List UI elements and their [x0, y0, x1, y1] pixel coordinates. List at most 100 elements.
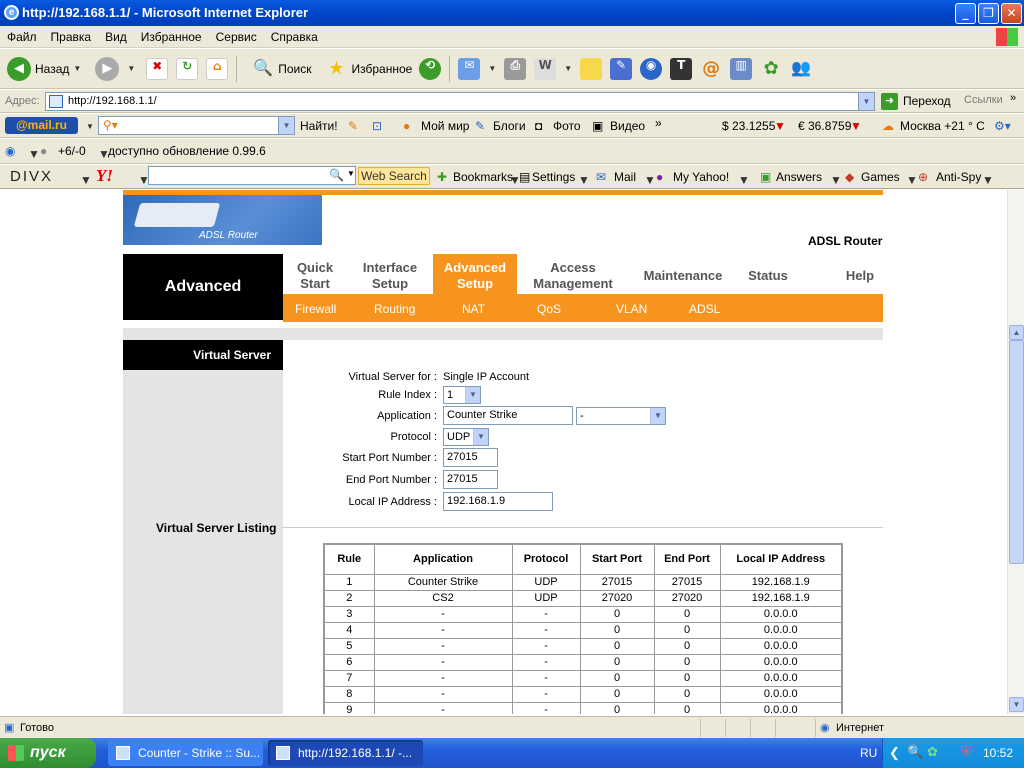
edit-dropdown-icon[interactable]: ▼ — [564, 64, 572, 73]
menu-favorites[interactable]: Избранное — [134, 26, 209, 48]
tab-status[interactable]: Status — [742, 254, 794, 294]
answers-dropdown-icon[interactable]: ▼ — [830, 173, 842, 187]
my-yahoo-button[interactable]: My Yahoo! — [673, 170, 729, 184]
address-dropdown-icon[interactable]: ▼ — [858, 93, 874, 110]
subtab-vlan[interactable]: VLAN — [616, 302, 647, 316]
refresh-icon[interactable]: ↻ — [176, 57, 199, 80]
tab-help[interactable]: Help — [838, 254, 882, 294]
tab-advanced-setup[interactable]: Advanced Setup — [433, 254, 517, 294]
taskbar-item-router[interactable]: http://192.168.1.1/ -... — [268, 740, 423, 766]
blogs-link[interactable]: Блоги — [493, 119, 526, 133]
yahoo-logo[interactable]: Y! — [96, 166, 113, 186]
find-button[interactable]: Найти! — [300, 119, 338, 133]
mail-button[interactable]: Mail — [614, 170, 636, 184]
note-icon[interactable] — [580, 57, 603, 80]
subtab-adsl[interactable]: ADSL — [689, 302, 720, 316]
menu-file[interactable]: Файл — [0, 26, 44, 48]
mailru-dropdown-icon[interactable]: ▼ — [86, 122, 94, 131]
menu-tools[interactable]: Сервис — [209, 26, 264, 48]
home-icon[interactable]: ⌂ — [206, 57, 229, 80]
tab-interface-setup[interactable]: Interface Setup — [356, 254, 424, 294]
edit-icon[interactable]: W — [534, 57, 557, 80]
chevron-right-icon[interactable]: » — [1010, 92, 1016, 104]
stop-icon[interactable]: ✖ — [146, 57, 169, 80]
language-indicator[interactable]: RU — [860, 746, 877, 760]
update-count[interactable]: +6/-0 — [58, 144, 86, 158]
games-dropdown-icon[interactable]: ▼ — [906, 173, 918, 187]
menu-edit[interactable]: Правка — [44, 26, 99, 48]
mailru-search-input[interactable]: ⚲▾ ▼ — [98, 116, 295, 135]
subtab-routing[interactable]: Routing — [374, 302, 415, 316]
video-link[interactable]: Видео — [610, 119, 645, 133]
eur-rate[interactable]: € 36.8759 — [798, 119, 851, 133]
contacts-icon[interactable]: 👥 — [790, 58, 812, 80]
address-input[interactable]: http://192.168.1.1/ ▼ — [45, 92, 875, 111]
back-dropdown-icon[interactable]: ▼ — [73, 64, 81, 73]
bookmarks-button[interactable]: Bookmarks — [453, 170, 513, 184]
search-dropdown-icon[interactable]: ▼ — [347, 169, 355, 178]
mailru-logo[interactable]: @mail.ru — [5, 117, 78, 134]
links-label[interactable]: Ссылки — [964, 94, 1003, 106]
antispy-dropdown-icon[interactable]: ▼ — [982, 173, 994, 187]
search-icon[interactable]: 🔍 — [907, 744, 923, 760]
protocol-select[interactable]: UDP ▼ — [443, 428, 489, 446]
page-search-icon[interactable]: ⊡ — [372, 119, 382, 133]
print-icon[interactable]: ⎙ — [504, 57, 527, 80]
application-input[interactable]: Counter Strike — [443, 406, 573, 425]
end-port-input[interactable]: 27015 — [443, 470, 498, 489]
update-available-text[interactable]: доступно обновление 0.99.6 — [108, 144, 266, 158]
settings-icon[interactable]: ⚙▾ — [994, 119, 1011, 133]
antispy-button[interactable]: Anti-Spy — [936, 170, 981, 184]
maximize-button[interactable]: ❐ — [978, 3, 999, 24]
forward-dropdown-icon[interactable]: ▼ — [127, 64, 135, 73]
scroll-down-icon[interactable]: ▼ — [1009, 697, 1024, 712]
photo-link[interactable]: Фото — [553, 119, 581, 133]
start-button[interactable]: пуск — [0, 738, 96, 768]
tray-arrow-icon[interactable]: ❮ — [889, 745, 900, 761]
my-world-link[interactable]: Мой мир — [421, 119, 469, 133]
mail-icon[interactable]: ✉ — [458, 57, 481, 80]
update-dropdown-icon[interactable]: ▼ — [28, 147, 40, 161]
settings-button[interactable]: Settings — [532, 170, 575, 184]
shield-icon[interactable]: ⛨ — [961, 744, 971, 760]
tab-quick-start[interactable]: Quick Start — [289, 254, 341, 294]
subtab-firewall[interactable]: Firewall — [295, 302, 336, 316]
local-ip-input[interactable]: 192.168.1.9 — [443, 492, 553, 511]
forward-button[interactable]: ▶ ▼ — [92, 53, 142, 85]
discuss-icon[interactable]: ◉ — [640, 57, 663, 80]
messenger-icon[interactable]: ✎ — [610, 57, 633, 80]
update-circle-icon[interactable]: ◉ — [5, 144, 15, 158]
close-button[interactable]: ✕ — [1001, 3, 1022, 24]
highlight-icon[interactable]: ✎ — [348, 119, 358, 133]
search-button[interactable]: 🔍 Поиск — [245, 53, 314, 85]
mail-dropdown-icon[interactable]: ▼ — [644, 173, 656, 187]
scroll-thumb[interactable] — [1009, 340, 1024, 564]
subtab-qos[interactable]: QoS — [537, 302, 561, 316]
menu-view[interactable]: Вид — [98, 26, 134, 48]
subtab-nat[interactable]: NAT — [462, 302, 485, 316]
yahoo-search-input[interactable]: 🔍 ▼ — [148, 166, 356, 185]
divx-dropdown-icon[interactable]: ▼ — [80, 173, 92, 187]
settings-dropdown-icon[interactable]: ▼ — [578, 173, 590, 187]
start-port-input[interactable]: 27015 — [443, 448, 498, 467]
taskbar-item-counter-strike[interactable]: Counter - Strike :: Su... — [108, 740, 263, 766]
my-yahoo-dropdown-icon[interactable]: ▼ — [738, 173, 750, 187]
menu-help[interactable]: Справка — [264, 26, 325, 48]
icq-flower-icon[interactable]: ✿ — [927, 744, 938, 760]
web-search-button[interactable]: Web Search — [358, 167, 430, 185]
tool-icon[interactable]: T — [670, 57, 693, 80]
history-icon[interactable]: ⟲ — [419, 57, 442, 80]
tab-maintenance[interactable]: Maintenance — [638, 254, 728, 294]
rule-index-select[interactable]: 1 ▼ — [443, 386, 481, 404]
scroll-up-icon[interactable]: ▲ — [1009, 325, 1024, 340]
favorites-button[interactable]: ★ Избранное — [319, 53, 416, 85]
chevron-right-icon[interactable]: » — [655, 116, 662, 130]
weather-text[interactable]: Москва +21 ° C — [900, 119, 985, 133]
go-button[interactable]: ➜ Переход — [881, 92, 951, 111]
application-select[interactable]: - ▼ — [576, 407, 666, 425]
answers-button[interactable]: Answers — [776, 170, 822, 184]
vertical-scrollbar[interactable]: ▲ ▼ — [1007, 190, 1024, 714]
icq-flower-icon[interactable]: ✿ — [760, 58, 782, 80]
minimize-button[interactable]: _ — [955, 3, 976, 24]
mail-dropdown-icon[interactable]: ▼ — [488, 64, 496, 73]
